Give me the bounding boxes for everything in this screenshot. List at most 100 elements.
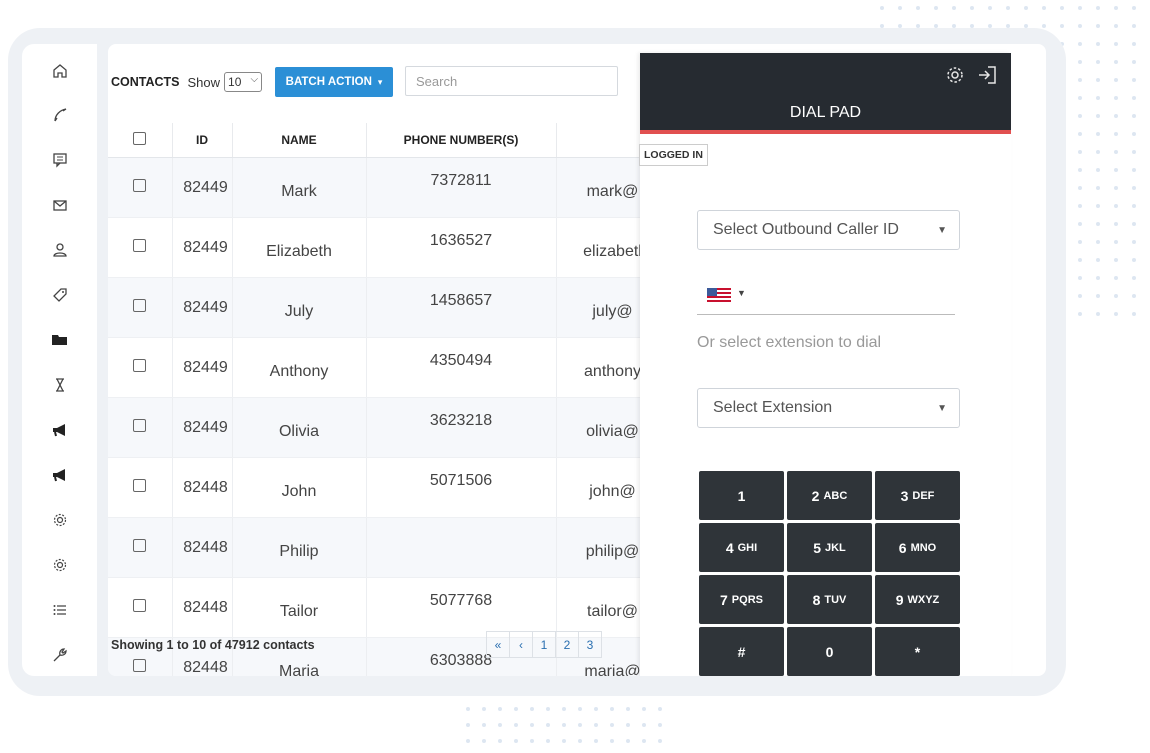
- sidebar: [22, 44, 97, 676]
- page-link[interactable]: 1: [532, 631, 556, 658]
- row-checkbox[interactable]: [133, 418, 147, 432]
- user-icon[interactable]: [50, 240, 70, 260]
- key-digit: 0: [825, 643, 834, 660]
- row-checkbox[interactable]: [133, 478, 147, 492]
- logout-icon[interactable]: [976, 65, 998, 91]
- contact-phone-link[interactable]: 5071506: [366, 457, 557, 518]
- row-select-cell[interactable]: [108, 517, 173, 578]
- list-icon[interactable]: [50, 600, 70, 620]
- key-digit: 8: [812, 591, 821, 608]
- table-row[interactable]: 82449 July 1458657 july@: [108, 277, 669, 338]
- row-select-cell[interactable]: [108, 397, 173, 458]
- contact-name: Elizabeth: [232, 217, 367, 278]
- table-row[interactable]: 82449 Anthony 4350494 anthony: [108, 337, 669, 398]
- column-header-id[interactable]: ID: [172, 123, 233, 158]
- phone-icon[interactable]: [50, 105, 70, 125]
- hourglass-icon[interactable]: [50, 375, 70, 395]
- contact-name: Anthony: [232, 337, 367, 398]
- tag-icon[interactable]: [50, 285, 70, 305]
- caller-id-placeholder: Select Outbound Caller ID: [713, 221, 899, 238]
- table-row[interactable]: 82449 Olivia 3623218 olivia@: [108, 397, 669, 458]
- megaphone-icon[interactable]: [50, 465, 70, 485]
- keypad-key[interactable]: 7 PQRS: [699, 575, 784, 624]
- row-select-cell[interactable]: [108, 277, 173, 338]
- select-all-checkbox[interactable]: [133, 132, 147, 145]
- row-select-cell[interactable]: [108, 337, 173, 398]
- keypad-key[interactable]: #: [699, 627, 784, 676]
- keypad-key[interactable]: 2 ABC: [787, 471, 872, 520]
- keypad-key[interactable]: 3 DEF: [875, 471, 960, 520]
- contact-name: Tailor: [232, 577, 367, 638]
- mail-icon[interactable]: [50, 195, 70, 215]
- contact-phone-link[interactable]: 7372811: [366, 157, 557, 218]
- page-link[interactable]: 3: [578, 631, 602, 658]
- table-row[interactable]: 82448 Tailor 5077768 tailor@: [108, 577, 669, 638]
- keypad-key[interactable]: 9 WXYZ: [875, 575, 960, 624]
- key-digit: #: [737, 643, 746, 660]
- keypad-key[interactable]: 4 GHI: [699, 523, 784, 572]
- contacts-table: ID NAME PHONE NUMBER(S) 82449 Mark 7372811…: [108, 123, 669, 676]
- contact-phone-link[interactable]: 5077768: [366, 577, 557, 638]
- keypad-key[interactable]: 8 TUV: [787, 575, 872, 624]
- contact-phone-link[interactable]: [366, 517, 557, 578]
- contact-phone-link[interactable]: 1458657: [366, 277, 557, 338]
- column-header-phone[interactable]: PHONE NUMBER(S): [366, 123, 557, 158]
- keypad-key[interactable]: *: [875, 627, 960, 676]
- extension-placeholder: Select Extension: [713, 399, 833, 416]
- contact-phone-link[interactable]: 3623218: [366, 397, 557, 458]
- chat-icon[interactable]: [50, 150, 70, 170]
- extension-select[interactable]: Select Extension ▼: [697, 388, 960, 428]
- folder-icon[interactable]: [50, 330, 70, 350]
- page-link[interactable]: «: [486, 631, 510, 658]
- row-checkbox[interactable]: [133, 298, 147, 312]
- keypad-key[interactable]: 6 MNO: [875, 523, 960, 572]
- row-select-cell[interactable]: [108, 457, 173, 518]
- home-icon[interactable]: [50, 61, 70, 81]
- wrench-icon[interactable]: [50, 645, 70, 665]
- row-checkbox[interactable]: [133, 178, 147, 192]
- page-size-value: 10: [228, 75, 242, 89]
- key-digit: 2: [811, 487, 820, 504]
- show-label: Show: [187, 74, 221, 90]
- search-input[interactable]: Search: [405, 66, 618, 96]
- phone-number-field[interactable]: ▼: [697, 288, 955, 315]
- table-row[interactable]: 82448 John 5071506 john@: [108, 457, 669, 518]
- key-letters: TUV: [824, 593, 847, 606]
- table-row[interactable]: 82449 Elizabeth 1636527 elizabetl: [108, 217, 669, 278]
- gear-icon[interactable]: [50, 510, 70, 530]
- status-badge: LOGGED IN: [639, 144, 708, 166]
- row-checkbox[interactable]: [133, 538, 147, 552]
- page-link[interactable]: ‹: [509, 631, 533, 658]
- table-row[interactable]: 82448 Philip philip@: [108, 517, 669, 578]
- contact-phone-link[interactable]: 1636527: [366, 217, 557, 278]
- contact-id: 82449: [172, 337, 233, 398]
- page-link[interactable]: 2: [555, 631, 579, 658]
- caller-id-select[interactable]: Select Outbound Caller ID ▼: [697, 210, 960, 250]
- column-header-name[interactable]: NAME: [232, 123, 367, 158]
- key-letters: ABC: [823, 489, 848, 502]
- gear-icon[interactable]: [945, 65, 965, 91]
- row-checkbox[interactable]: [133, 358, 147, 372]
- pagination: «‹ 1 2 3: [486, 631, 602, 658]
- keypad-key[interactable]: 5 JKL: [787, 523, 872, 572]
- key-digit: 1: [737, 487, 746, 504]
- chevron-down-icon: ⌵: [250, 74, 259, 85]
- contact-phone-link[interactable]: 4350494: [366, 337, 557, 398]
- us-flag-icon[interactable]: [707, 288, 731, 302]
- row-checkbox[interactable]: [133, 598, 147, 612]
- row-checkbox[interactable]: [133, 658, 147, 672]
- select-all-cell[interactable]: [108, 123, 173, 158]
- keypad-key[interactable]: 0: [787, 627, 872, 676]
- batch-action-button[interactable]: BATCH ACTION ▾: [275, 67, 394, 97]
- row-select-cell[interactable]: [108, 577, 173, 638]
- table-row[interactable]: 82449 Mark 7372811 mark@: [108, 157, 669, 218]
- row-select-cell[interactable]: [108, 157, 173, 218]
- page-size-select[interactable]: 10 ⌵: [224, 72, 263, 92]
- gear-icon[interactable]: [50, 555, 70, 575]
- keypad-key[interactable]: 1: [699, 471, 784, 520]
- key-letters: WXYZ: [907, 593, 940, 606]
- megaphone-icon[interactable]: [50, 420, 70, 440]
- chevron-down-icon[interactable]: ▼: [737, 288, 746, 298]
- row-select-cell[interactable]: [108, 217, 173, 278]
- row-checkbox[interactable]: [133, 238, 147, 252]
